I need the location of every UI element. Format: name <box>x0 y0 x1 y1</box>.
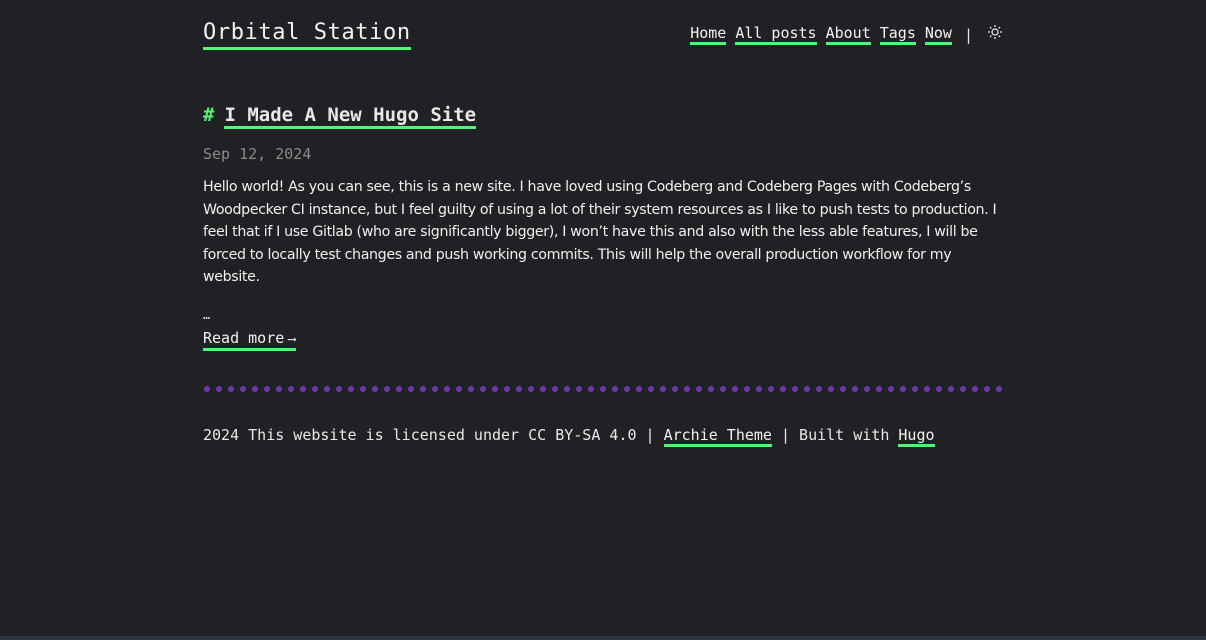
dotted-divider <box>203 385 1003 393</box>
bottom-edge <box>0 636 1206 640</box>
built-with-text: | Built with <box>771 426 899 444</box>
post-entry: # I Made A New Hugo Site Sep 12, 2024 Hel… <box>203 102 1003 351</box>
nav-about[interactable]: About <box>825 24 871 45</box>
nav-now[interactable]: Now <box>924 24 952 45</box>
site-footer: 2024 This website is licensed under CC B… <box>203 426 935 447</box>
license-text: 2024 This website is licensed under CC B… <box>203 426 664 444</box>
arrow-right-icon: ⟶ <box>288 331 296 346</box>
post-date: Sep 12, 2024 <box>203 145 312 163</box>
post-summary: Hello world! As you can see, this is a n… <box>203 179 997 286</box>
hugo-link[interactable]: Hugo <box>898 426 935 447</box>
post-title: # I Made A New Hugo Site <box>203 102 1003 129</box>
nav-separator: | <box>963 25 973 44</box>
heading-hash: # <box>203 104 215 126</box>
main-nav: Home All posts About Tags Now | <box>690 24 1003 45</box>
read-more-label: Read more <box>203 328 285 347</box>
archie-theme-link[interactable]: Archie Theme <box>663 426 772 447</box>
site-header: Orbital Station Home All posts About Tag… <box>203 0 1003 60</box>
post-title-link[interactable]: I Made A New Hugo Site <box>224 104 477 129</box>
nav-tags[interactable]: Tags <box>879 24 916 45</box>
nav-home[interactable]: Home <box>690 24 727 45</box>
sun-icon <box>988 24 1002 39</box>
page-container: Orbital Station Home All posts About Tag… <box>203 0 1003 447</box>
site-title-link[interactable]: Orbital Station <box>203 20 411 50</box>
nav-all-posts[interactable]: All posts <box>735 24 817 45</box>
read-more-link[interactable]: Read more ⟶ <box>203 329 296 351</box>
summary-ellipsis: … <box>203 307 211 322</box>
theme-toggle-button[interactable] <box>987 24 1003 40</box>
